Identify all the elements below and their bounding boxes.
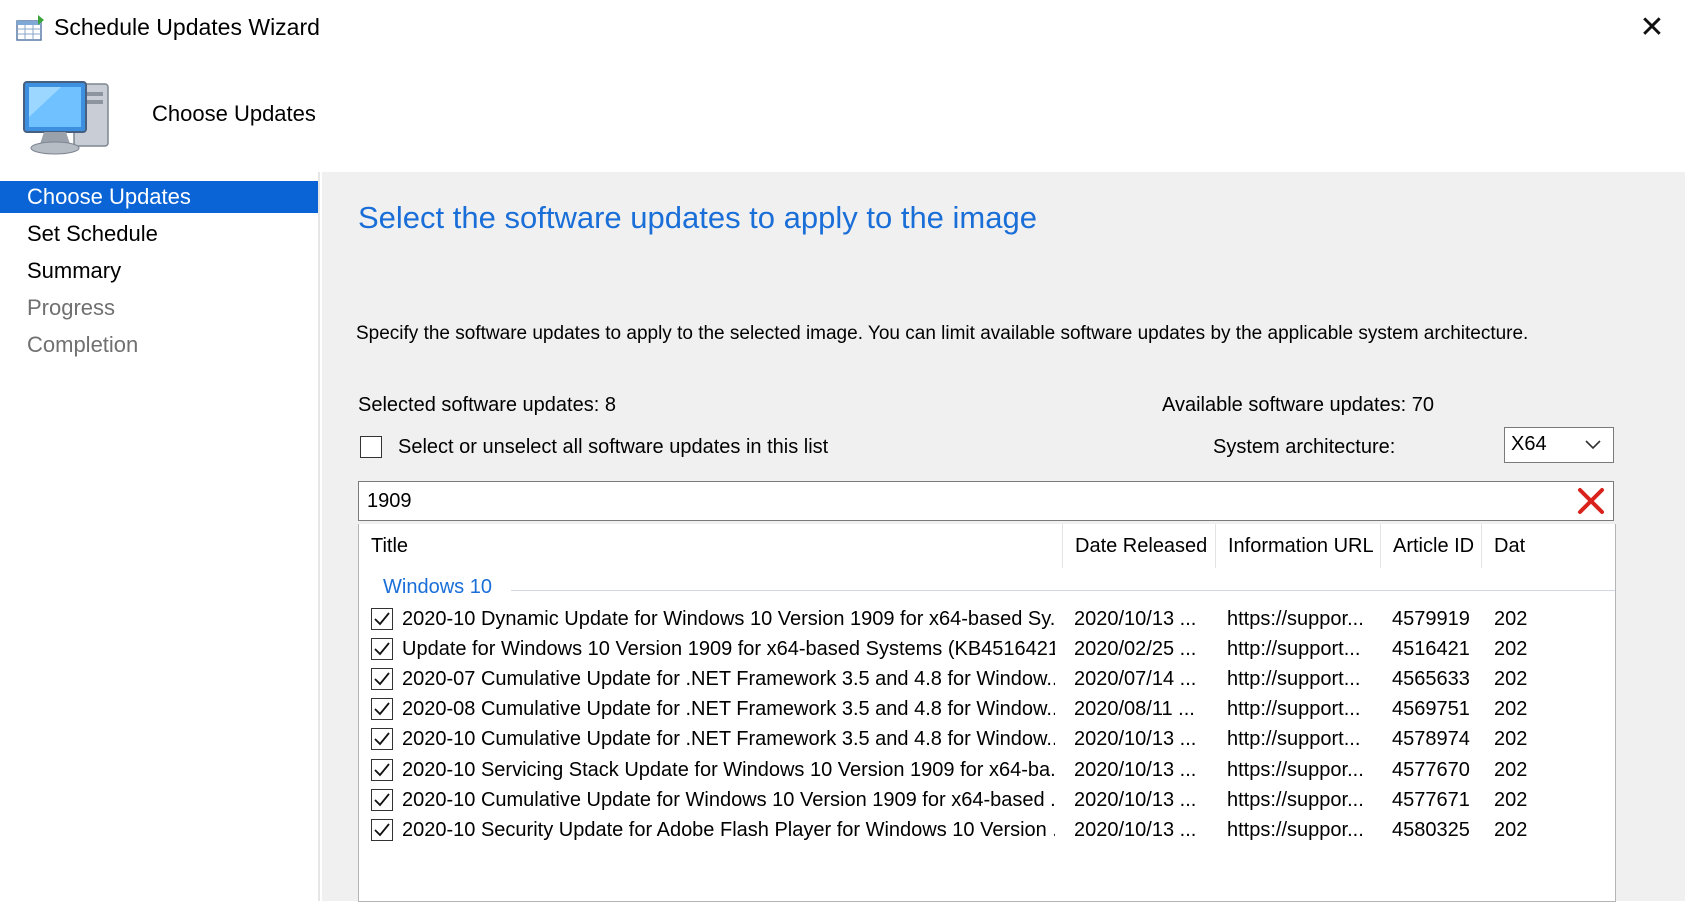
date-released: 2020/10/13 ... bbox=[1074, 788, 1197, 811]
table-row[interactable]: Update for Windows 10 Version 1909 for x… bbox=[359, 634, 1615, 664]
checkbox-box[interactable] bbox=[360, 436, 382, 458]
list-header: Title Date Released Information URL Arti… bbox=[359, 524, 1615, 568]
table-row[interactable]: 2020-08 Cumulative Update for .NET Frame… bbox=[359, 694, 1615, 724]
date-column-value: 202 bbox=[1494, 788, 1528, 811]
information-url: https://suppor... bbox=[1227, 608, 1364, 630]
selected-updates-count: Selected software updates: 8 bbox=[358, 394, 616, 416]
date-column-value: 202 bbox=[1494, 698, 1528, 721]
column-header-information-url[interactable]: Information URL bbox=[1216, 524, 1381, 568]
column-header-article-id[interactable]: Article ID bbox=[1381, 524, 1482, 568]
update-title: Update for Windows 10 Version 1909 for x… bbox=[402, 638, 1055, 661]
date-released: 2020/08/11 ... bbox=[1074, 698, 1195, 721]
group-divider bbox=[511, 590, 1615, 591]
column-header-date-released[interactable]: Date Released bbox=[1063, 524, 1216, 568]
date-column-value: 202 bbox=[1494, 668, 1528, 691]
available-updates-count: Available software updates: 70 bbox=[1162, 394, 1435, 416]
column-header-date[interactable]: Dat bbox=[1482, 524, 1615, 568]
description-text: Specify the software updates to apply to… bbox=[356, 323, 1529, 344]
article-id: 4569751 bbox=[1392, 698, 1470, 721]
architecture-value: X64 bbox=[1511, 433, 1547, 455]
date-column-value: 202 bbox=[1494, 728, 1528, 751]
information-url: http://support... bbox=[1227, 668, 1361, 691]
article-id: 4516421 bbox=[1392, 638, 1470, 661]
table-row[interactable]: 2020-10 Cumulative Update for Windows 10… bbox=[359, 785, 1615, 815]
date-column-value: 202 bbox=[1494, 638, 1528, 661]
step-progress: Progress bbox=[27, 295, 116, 320]
information-url: https://suppor... bbox=[1227, 788, 1364, 811]
table-icon bbox=[16, 14, 46, 42]
row-checkbox[interactable] bbox=[371, 638, 393, 661]
information-url: http://support... bbox=[1227, 728, 1361, 751]
table-row[interactable]: 2020-10 Servicing Stack Update for Windo… bbox=[359, 755, 1615, 785]
information-url: http://support... bbox=[1227, 638, 1361, 661]
row-checkbox[interactable] bbox=[371, 818, 393, 841]
architecture-dropdown[interactable]: X64 bbox=[1504, 427, 1614, 463]
information-url: https://suppor... bbox=[1227, 758, 1364, 781]
title-bar: Schedule Updates Wizard ✕ bbox=[0, 0, 1685, 56]
update-title: 2020-10 Dynamic Update for Windows 10 Ve… bbox=[402, 608, 1055, 630]
date-column-value: 202 bbox=[1494, 818, 1528, 841]
date-released: 2020/10/13 ... bbox=[1074, 608, 1197, 630]
step-completion: Completion bbox=[27, 332, 139, 357]
date-column-value: 202 bbox=[1494, 608, 1528, 630]
information-url: http://support... bbox=[1227, 698, 1361, 721]
group-header: Windows 10 bbox=[383, 576, 492, 598]
row-checkbox[interactable] bbox=[371, 668, 393, 691]
row-checkbox[interactable] bbox=[371, 758, 393, 781]
close-icon[interactable]: ✕ bbox=[1630, 8, 1674, 48]
date-released: 2020/10/13 ... bbox=[1074, 818, 1197, 841]
window-title: Schedule Updates Wizard bbox=[54, 14, 320, 40]
step-summary[interactable]: Summary bbox=[0, 255, 318, 287]
computer-icon bbox=[16, 72, 120, 162]
wizard-steps-sidebar: Choose Updates Set Schedule Summary Prog… bbox=[0, 172, 320, 901]
information-url: https://suppor... bbox=[1227, 818, 1364, 841]
date-released: 2020/10/13 ... bbox=[1074, 728, 1197, 751]
article-id: 4580325 bbox=[1392, 818, 1470, 841]
header-title: Choose Updates bbox=[152, 101, 316, 126]
article-id: 4577670 bbox=[1392, 758, 1470, 781]
page-title: Select the software updates to apply to … bbox=[358, 200, 1037, 235]
wizard-window: Schedule Updates Wizard ✕ Choose Updates… bbox=[0, 0, 1685, 902]
article-id: 4565633 bbox=[1392, 668, 1470, 691]
table-row[interactable]: 2020-10 Dynamic Update for Windows 10 Ve… bbox=[359, 604, 1615, 634]
main-panel: Select the software updates to apply to … bbox=[322, 172, 1685, 902]
table-row[interactable]: 2020-10 Cumulative Update for .NET Frame… bbox=[359, 724, 1615, 754]
column-header-title[interactable]: Title bbox=[359, 524, 1063, 568]
date-column-value: 202 bbox=[1494, 758, 1528, 781]
update-title: 2020-10 Cumulative Update for .NET Frame… bbox=[402, 728, 1055, 751]
update-title: 2020-10 Cumulative Update for Windows 10… bbox=[402, 788, 1055, 811]
article-id: 4577671 bbox=[1392, 788, 1470, 811]
update-title: 2020-10 Servicing Stack Update for Windo… bbox=[402, 758, 1055, 781]
row-checkbox[interactable] bbox=[371, 608, 393, 630]
table-row[interactable]: 2020-07 Cumulative Update for .NET Frame… bbox=[359, 664, 1615, 694]
update-title: 2020-08 Cumulative Update for .NET Frame… bbox=[402, 698, 1055, 721]
row-checkbox[interactable] bbox=[371, 698, 393, 721]
clear-search-icon[interactable] bbox=[1575, 486, 1607, 516]
row-checkbox[interactable] bbox=[371, 788, 393, 811]
select-all-label: Select or unselect all software updates … bbox=[398, 436, 829, 458]
update-title: 2020-07 Cumulative Update for .NET Frame… bbox=[402, 668, 1055, 691]
search-input[interactable]: 1909 bbox=[358, 481, 1614, 521]
article-id: 4579919 bbox=[1392, 608, 1470, 630]
search-value: 1909 bbox=[367, 490, 412, 512]
date-released: 2020/10/13 ... bbox=[1074, 758, 1197, 781]
date-released: 2020/02/25 ... bbox=[1074, 638, 1197, 661]
chevron-down-icon bbox=[1583, 432, 1603, 456]
updates-list: Title Date Released Information URL Arti… bbox=[358, 524, 1616, 902]
architecture-label: System architecture: bbox=[1213, 436, 1396, 458]
row-checkbox[interactable] bbox=[371, 728, 393, 751]
article-id: 4578974 bbox=[1392, 728, 1470, 751]
step-set-schedule[interactable]: Set Schedule bbox=[0, 218, 318, 250]
step-choose-updates[interactable]: Choose Updates bbox=[0, 181, 318, 213]
wizard-header: Choose Updates bbox=[0, 56, 1685, 172]
table-row[interactable]: 2020-10 Security Update for Adobe Flash … bbox=[359, 815, 1615, 845]
date-released: 2020/07/14 ... bbox=[1074, 668, 1197, 691]
update-title: 2020-10 Security Update for Adobe Flash … bbox=[402, 818, 1055, 841]
